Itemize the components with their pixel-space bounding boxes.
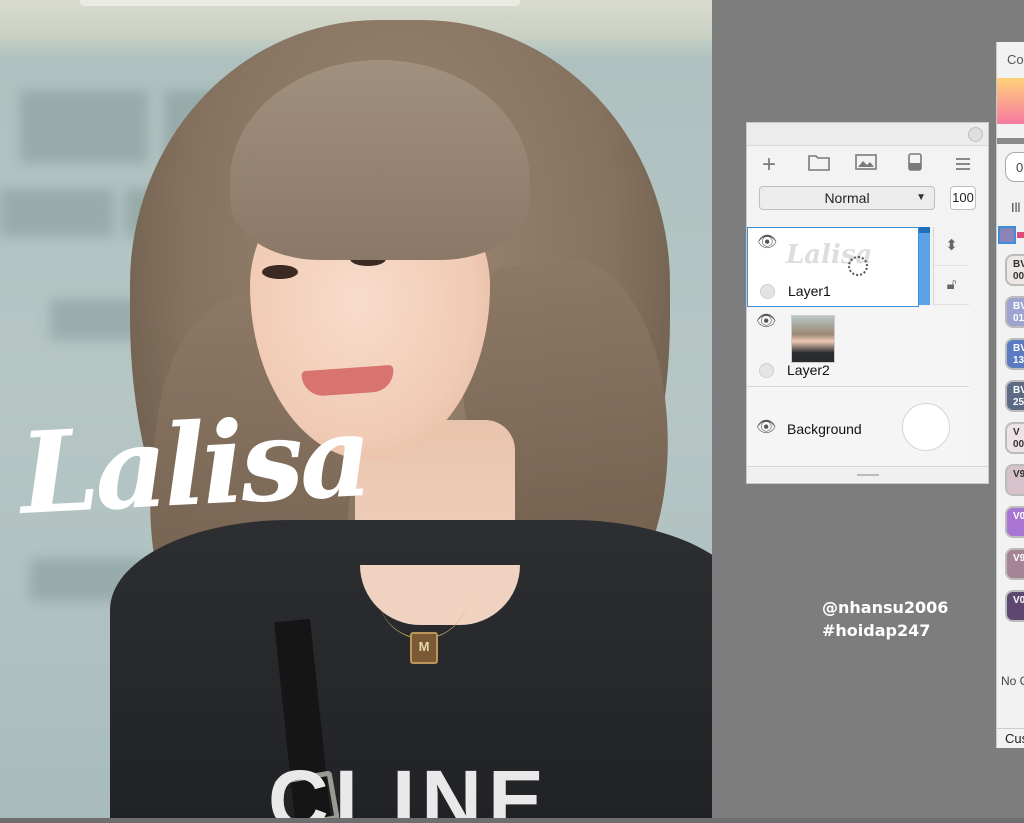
- color-chip-label: 000: [1013, 439, 1024, 450]
- layer-row-layer1[interactable]: 👁 Lalisa Layer1: [747, 227, 919, 307]
- add-layer-button[interactable]: +: [756, 153, 782, 177]
- mask-icon[interactable]: [902, 153, 928, 177]
- loading-spinner-icon: [848, 256, 868, 276]
- color-chip-label: BV: [1013, 259, 1024, 270]
- menu-icon[interactable]: [950, 153, 976, 177]
- blend-mode-select[interactable]: Normal ▼: [759, 186, 935, 210]
- photo-eye-left: [262, 265, 298, 279]
- color-chip-label: 25: [1013, 397, 1024, 408]
- background-thumbnail: [902, 403, 950, 451]
- folder-icon[interactable]: [806, 153, 832, 177]
- layer-row-background[interactable]: 👁 Background: [747, 387, 969, 467]
- color-panel-title: Co: [1007, 52, 1024, 67]
- color-chip[interactable]: V0: [1005, 506, 1024, 538]
- color-chip[interactable]: BV25: [1005, 380, 1024, 412]
- color-chip-label: V0: [1013, 595, 1024, 606]
- layer-name: Layer1: [788, 283, 831, 299]
- photo-shirt-text: CLINE: [268, 753, 550, 818]
- color-chip[interactable]: V000: [1005, 422, 1024, 454]
- chevron-down-icon: ▼: [916, 192, 926, 203]
- layer-name: Layer2: [787, 362, 830, 378]
- layer-clip-toggle[interactable]: [759, 363, 774, 378]
- color-chip-label: 000: [1013, 271, 1024, 282]
- color-chip[interactable]: BV000: [1005, 254, 1024, 286]
- eye-icon[interactable]: 👁: [757, 232, 777, 252]
- layers-panel: + Normal ▼ 100 👁 Lalisa Layer1 ⬍ 🔓︎ 👁 La…: [746, 122, 989, 484]
- layer-side-buttons: ⬍ 🔓︎: [933, 227, 969, 305]
- blend-mode-value: Normal: [824, 190, 870, 206]
- color-chip-label: V9: [1013, 469, 1024, 480]
- color-chip[interactable]: V0: [1005, 590, 1024, 622]
- color-chip-label: BV: [1013, 301, 1024, 312]
- color-panel: Co 0 Ill BV000BV01BV13BV25V000V9V0V9V0 N…: [996, 42, 1024, 748]
- canvas-artwork[interactable]: ███ ████ ███ ████ ██████ ████ █████ ██ M…: [0, 0, 712, 818]
- no-color-label: No C: [1001, 674, 1024, 688]
- color-chip-label: BV: [1013, 343, 1024, 354]
- layer2-thumbnail: [791, 315, 835, 363]
- color-gradient-picker[interactable]: [997, 78, 1024, 124]
- color-chip[interactable]: V9: [1005, 464, 1024, 496]
- layer-row-layer2[interactable]: 👁 Layer2: [747, 307, 969, 387]
- layer-scrollbar[interactable]: [919, 227, 930, 305]
- layer-clip-toggle[interactable]: [760, 284, 775, 299]
- layers-panel-titlebar[interactable]: [747, 123, 988, 146]
- layers-toolbar: +: [747, 147, 988, 183]
- color-chip[interactable]: V9: [1005, 548, 1024, 580]
- panel-close-button[interactable]: [968, 127, 983, 142]
- color-chip[interactable]: BV13: [1005, 338, 1024, 370]
- color-chip-label: V: [1013, 427, 1020, 438]
- selected-color-swatch[interactable]: [998, 226, 1016, 244]
- eye-icon[interactable]: 👁: [756, 311, 776, 331]
- bottom-strip: [0, 818, 1024, 823]
- color-chip-label: 01: [1013, 313, 1024, 324]
- color-chip[interactable]: BV01: [1005, 296, 1024, 328]
- reorder-arrows-icon[interactable]: ⬍: [934, 227, 969, 266]
- divider: [997, 138, 1024, 144]
- color-set-tab[interactable]: Ill: [1011, 200, 1020, 215]
- watermark-handle: @nhansu2006: [822, 598, 949, 617]
- color-indicator: [1017, 232, 1024, 238]
- panel-resize-grip[interactable]: [747, 466, 988, 483]
- eye-icon[interactable]: 👁: [756, 417, 776, 437]
- watermark-hashtag: #hoidap247: [822, 621, 931, 640]
- color-chip-label: V9: [1013, 553, 1024, 564]
- color-chip-label: BV: [1013, 385, 1024, 396]
- color-value-field[interactable]: 0: [1005, 152, 1024, 182]
- canvas-banner-highlight: [80, 0, 520, 6]
- lock-icon[interactable]: 🔓︎: [934, 266, 969, 305]
- layer-name: Background: [787, 421, 862, 437]
- image-icon[interactable]: [853, 153, 879, 177]
- signature-lettering: Lalisa: [16, 390, 372, 541]
- photo-pendant: M: [410, 632, 438, 664]
- custom-button[interactable]: Cus: [997, 728, 1024, 748]
- color-chip-label: 13: [1013, 355, 1024, 366]
- color-chip-label: V0: [1013, 511, 1024, 522]
- opacity-field[interactable]: 100: [950, 186, 976, 210]
